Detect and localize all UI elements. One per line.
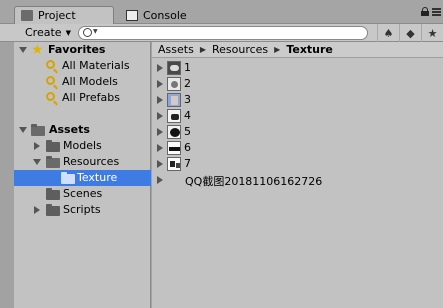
texture-thumbnail-icon bbox=[167, 77, 181, 91]
assets-root[interactable]: Assets bbox=[14, 122, 151, 138]
asset-row[interactable]: 4 bbox=[152, 108, 443, 124]
tree-item-label: Scripts bbox=[63, 203, 101, 216]
filter-by-label-icon[interactable]: ◆ bbox=[399, 24, 421, 42]
asset-row[interactable]: 7 bbox=[152, 156, 443, 172]
favorite-item-all-models[interactable]: All Models bbox=[14, 74, 151, 90]
favorites-header[interactable]: ★ Favorites bbox=[14, 42, 151, 58]
folder-icon bbox=[61, 172, 75, 184]
asset-row[interactable]: 2 bbox=[152, 76, 443, 92]
expand-arrow-icon[interactable] bbox=[157, 176, 163, 184]
asset-row[interactable]: 6 bbox=[152, 140, 443, 156]
create-dropdown-button[interactable]: Create ▼ bbox=[19, 25, 75, 40]
star-icon: ★ bbox=[31, 42, 44, 58]
favorite-item-label: All Materials bbox=[62, 59, 130, 72]
expand-arrow-icon[interactable] bbox=[34, 206, 40, 214]
search-filter-icon bbox=[46, 92, 55, 101]
texture-thumbnail-icon bbox=[167, 61, 181, 75]
window-tab-bar: Project Console bbox=[0, 0, 443, 24]
asset-row[interactable]: 3 bbox=[152, 92, 443, 108]
expand-arrow-icon[interactable] bbox=[157, 96, 163, 104]
project-toolbar: Create ▼ ▼ ♠ ◆ ★ bbox=[0, 24, 443, 42]
expand-arrow-icon[interactable] bbox=[34, 142, 40, 150]
tree-item-texture[interactable]: Texture bbox=[14, 170, 151, 186]
expand-arrow-icon[interactable] bbox=[19, 47, 27, 53]
asset-row[interactable]: QQ截图20181106162726 bbox=[152, 172, 443, 188]
breadcrumb-item-current[interactable]: Texture bbox=[286, 43, 333, 56]
expand-arrow-icon[interactable] bbox=[157, 112, 163, 120]
breadcrumb-item[interactable]: Resources bbox=[212, 43, 268, 56]
breadcrumb-item[interactable]: Assets bbox=[158, 43, 194, 56]
folder-icon bbox=[46, 188, 60, 200]
tree-item-label: Models bbox=[63, 139, 102, 152]
tab-project[interactable]: Project bbox=[14, 6, 114, 24]
search-filter-icon bbox=[46, 60, 55, 69]
breadcrumb: Assets ▶ Resources ▶ Texture bbox=[152, 42, 443, 58]
expand-arrow-icon[interactable] bbox=[157, 128, 163, 136]
tree-item-scripts[interactable]: Scripts bbox=[14, 202, 151, 218]
texture-thumbnail-icon bbox=[167, 141, 181, 155]
folder-icon bbox=[21, 10, 33, 21]
texture-thumbnail-icon bbox=[167, 125, 181, 139]
asset-name: 7 bbox=[184, 157, 191, 170]
favorite-item-label: All Prefabs bbox=[62, 91, 120, 104]
expand-arrow-icon[interactable] bbox=[19, 127, 27, 133]
favorite-item-all-prefabs[interactable]: All Prefabs bbox=[14, 90, 151, 106]
search-input[interactable]: ▼ bbox=[78, 26, 368, 40]
breadcrumb-separator-icon: ▶ bbox=[199, 45, 206, 54]
filter-by-type-icon[interactable]: ♠ bbox=[377, 24, 399, 42]
search-filter-caret-icon: ▼ bbox=[93, 28, 98, 35]
expand-arrow-icon[interactable] bbox=[157, 64, 163, 72]
search-filter-icon bbox=[46, 76, 55, 85]
asset-name: 6 bbox=[184, 141, 191, 154]
toolbar-icon-group: ♠ ◆ ★ bbox=[377, 24, 443, 42]
tree-item-models[interactable]: Models bbox=[14, 138, 151, 154]
tree-item-resources[interactable]: Resources bbox=[14, 154, 151, 170]
asset-name: 1 bbox=[184, 61, 191, 74]
tab-project-label: Project bbox=[38, 9, 76, 22]
asset-name: 5 bbox=[184, 125, 191, 138]
folder-tree-panel: ★ Favorites All Materials All Models All… bbox=[14, 42, 151, 308]
tree-item-label: Scenes bbox=[63, 187, 103, 200]
tree-item-label: Resources bbox=[63, 155, 120, 168]
tree-item-label: Texture bbox=[77, 171, 118, 184]
create-label: Create bbox=[25, 26, 62, 39]
texture-thumbnail-icon bbox=[167, 157, 181, 171]
favorite-item-all-materials[interactable]: All Materials bbox=[14, 58, 151, 74]
tab-console-label: Console bbox=[143, 8, 187, 22]
asset-row[interactable]: 1 bbox=[152, 60, 443, 76]
tab-console[interactable]: Console bbox=[120, 6, 220, 24]
breadcrumb-separator-icon: ▶ bbox=[274, 45, 281, 54]
expand-arrow-icon[interactable] bbox=[157, 80, 163, 88]
expand-arrow-icon[interactable] bbox=[33, 159, 41, 165]
search-icon bbox=[83, 28, 92, 37]
tree-item-scenes[interactable]: Scenes bbox=[14, 186, 151, 202]
asset-name: 3 bbox=[184, 93, 191, 106]
asset-name: 2 bbox=[184, 77, 191, 90]
folder-icon bbox=[46, 140, 60, 152]
lock-icon[interactable] bbox=[421, 7, 429, 16]
folder-icon bbox=[31, 124, 45, 136]
panel-menu-icon[interactable] bbox=[432, 8, 441, 16]
expand-arrow-icon[interactable] bbox=[157, 144, 163, 152]
expand-arrow-icon[interactable] bbox=[157, 160, 163, 168]
console-icon bbox=[126, 9, 138, 21]
asset-list-panel: Assets ▶ Resources ▶ Texture 1 2 3 4 5 6… bbox=[152, 42, 443, 308]
folder-icon bbox=[46, 156, 60, 168]
asset-row[interactable]: 5 bbox=[152, 124, 443, 140]
favorite-item-label: All Models bbox=[62, 75, 118, 88]
texture-thumbnail-icon bbox=[167, 93, 181, 107]
favorites-label: Favorites bbox=[48, 43, 106, 56]
asset-name: 4 bbox=[184, 109, 191, 122]
favorite-star-icon[interactable]: ★ bbox=[421, 24, 443, 42]
texture-thumbnail-icon bbox=[167, 109, 181, 123]
chevron-down-icon: ▼ bbox=[65, 28, 71, 37]
folder-icon bbox=[46, 204, 60, 216]
asset-name: QQ截图20181106162726 bbox=[185, 175, 323, 188]
assets-label: Assets bbox=[49, 123, 90, 136]
